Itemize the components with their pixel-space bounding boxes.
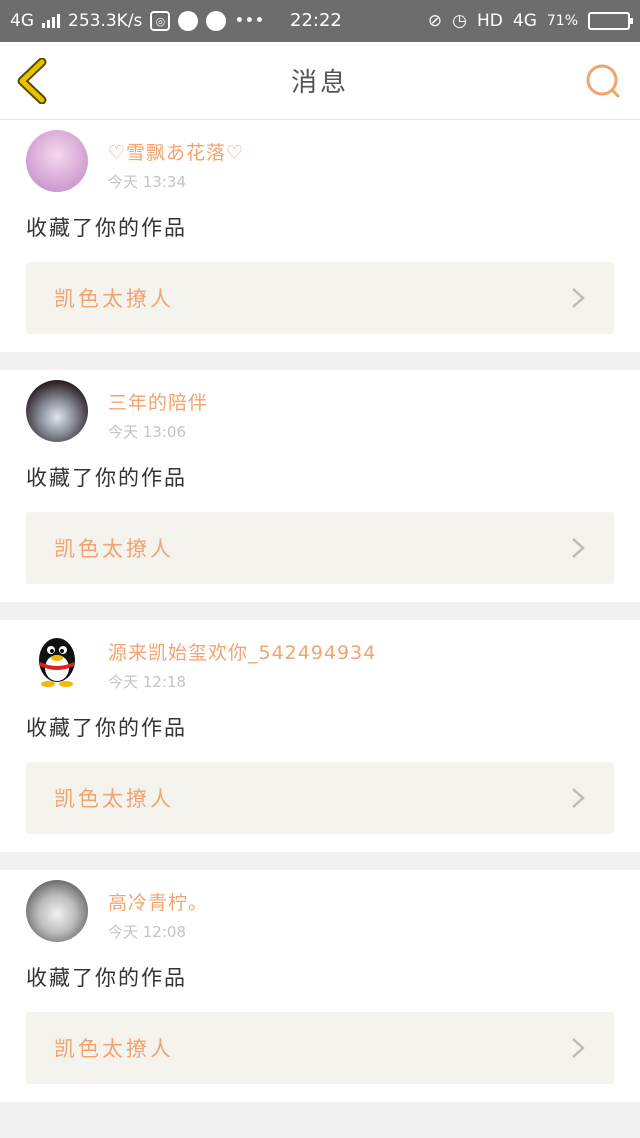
qq-penguin-icon[interactable] xyxy=(26,630,88,692)
message-time: 今天 13:34 xyxy=(108,173,186,191)
user-name[interactable]: 源来凯始玺欢你_542494934 xyxy=(108,638,376,665)
signal-icon xyxy=(42,14,60,28)
alarm-icon: ◷ xyxy=(452,11,467,31)
battery-icon xyxy=(588,12,633,30)
chevron-right-icon xyxy=(572,788,585,808)
search-icon[interactable] xyxy=(584,62,624,102)
more-icon: ••• xyxy=(234,11,265,31)
message-text: 收藏了你的作品 xyxy=(26,716,187,740)
avatar[interactable] xyxy=(26,380,88,442)
work-link[interactable]: 凯色太撩人 xyxy=(26,262,614,334)
app-notification-icon: ◎ xyxy=(150,11,171,31)
clock: 22:22 xyxy=(290,10,342,31)
network2-label: 4G xyxy=(512,11,537,31)
work-link[interactable]: 凯色太撩人 xyxy=(26,762,614,834)
chevron-right-icon xyxy=(572,288,585,308)
work-title: 凯色太撩人 xyxy=(54,287,174,311)
work-title: 凯色太撩人 xyxy=(54,787,174,811)
message-card: ♡雪飘あ花落♡ 今天 13:34 收藏了你的作品 凯色太撩人 xyxy=(0,120,640,352)
work-title: 凯色太撩人 xyxy=(54,1037,174,1061)
message-time: 今天 12:08 xyxy=(108,923,186,941)
chevron-right-icon xyxy=(572,1038,585,1058)
message-card: 三年的陪伴 今天 13:06 收藏了你的作品 凯色太撩人 xyxy=(0,370,640,602)
page-title: 消息 xyxy=(290,68,349,98)
battery-percent: 71% xyxy=(546,13,578,29)
work-title: 凯色太撩人 xyxy=(54,537,174,561)
wechat-icon xyxy=(206,11,227,31)
nav-bar: 消息 xyxy=(0,42,640,120)
message-time: 今天 12:18 xyxy=(108,673,186,691)
message-card: 高冷青柠。 今天 12:08 收藏了你的作品 凯色太撩人 xyxy=(0,870,640,1102)
message-time: 今天 13:06 xyxy=(108,423,186,441)
message-card: 源来凯始玺欢你_542494934 今天 12:18 收藏了你的作品 凯色太撩人 xyxy=(0,620,640,852)
network-speed: 253.3K/s xyxy=(68,11,143,31)
message-text: 收藏了你的作品 xyxy=(26,966,187,990)
qq-icon xyxy=(178,11,199,31)
back-arrow-icon[interactable] xyxy=(14,58,54,104)
work-link[interactable]: 凯色太撩人 xyxy=(26,1012,614,1084)
mute-icon: ⊘ xyxy=(427,11,443,31)
message-text: 收藏了你的作品 xyxy=(26,216,187,240)
work-link[interactable]: 凯色太撩人 xyxy=(26,512,614,584)
avatar[interactable] xyxy=(26,130,88,192)
avatar[interactable] xyxy=(26,880,88,942)
chevron-right-icon xyxy=(572,538,585,558)
message-text: 收藏了你的作品 xyxy=(26,466,187,490)
user-name[interactable]: 三年的陪伴 xyxy=(108,388,208,415)
hd-label: HD xyxy=(477,11,503,31)
user-name[interactable]: 高冷青柠。 xyxy=(108,888,208,915)
status-bar: 4G 253.3K/s ◎ ••• 22:22 ⊘ ◷ HD 4G 71% xyxy=(0,0,640,42)
network-label: 4G xyxy=(10,11,34,31)
user-name[interactable]: ♡雪飘あ花落♡ xyxy=(108,138,244,165)
message-list: ♡雪飘あ花落♡ 今天 13:34 收藏了你的作品 凯色太撩人 三年的陪伴 今天 … xyxy=(0,120,640,1102)
